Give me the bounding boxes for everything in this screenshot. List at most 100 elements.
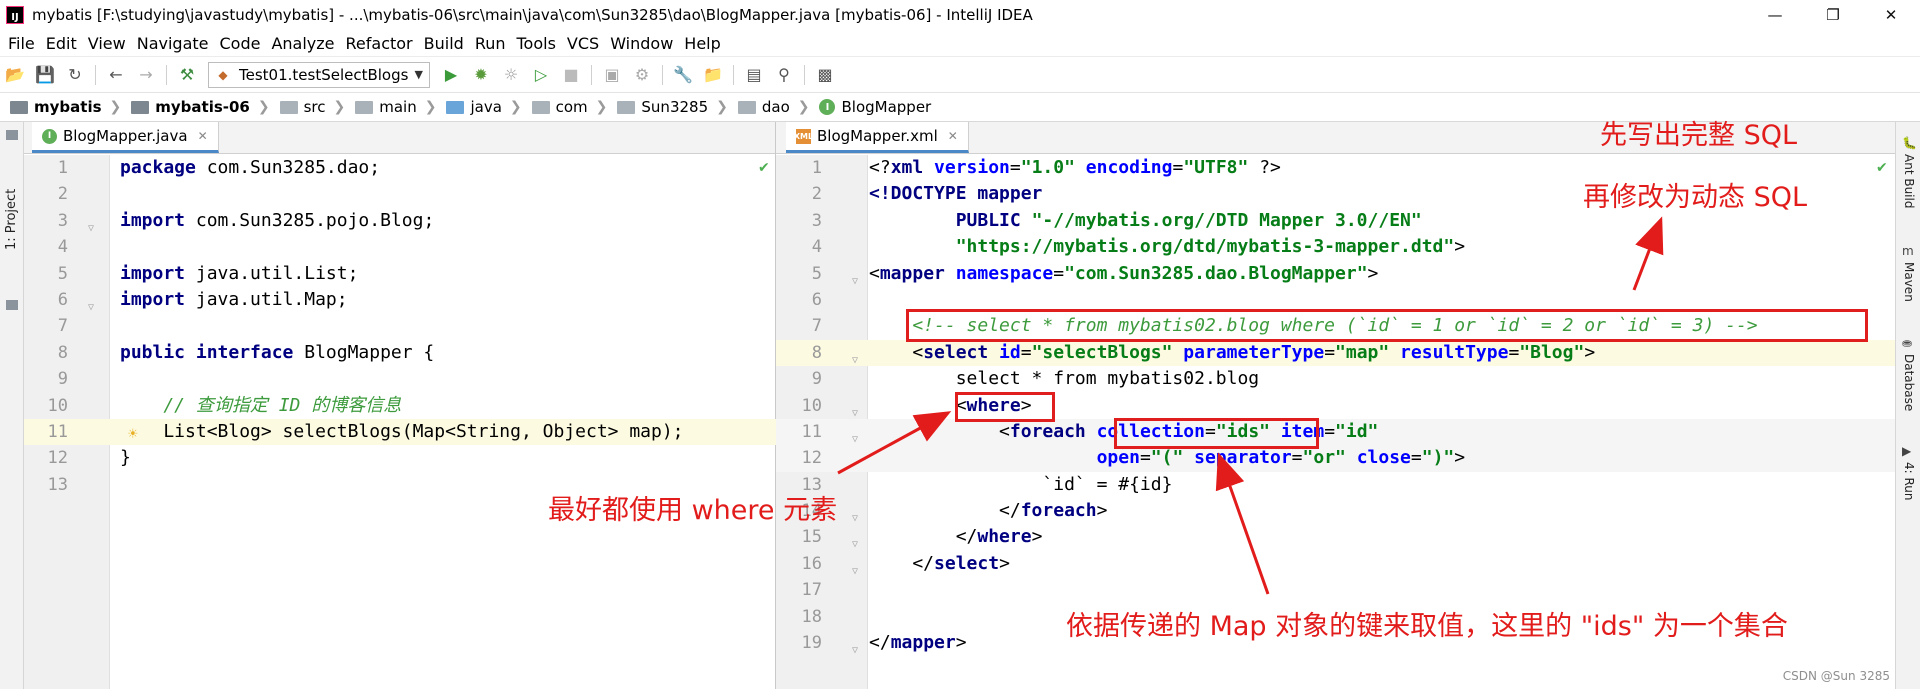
code-line[interactable]: 3 ▽ import com.Sun3285.pojo.Blog; xyxy=(24,208,776,234)
code-line[interactable]: 8 ▽ <select id="selectBlogs" parameterTyp… xyxy=(776,339,1895,367)
terminal-window-icon[interactable]: ▤ xyxy=(741,62,767,88)
attach-icon[interactable]: ▣ xyxy=(599,62,625,88)
menu-refactor[interactable]: Refactor xyxy=(346,34,413,53)
search-structure-icon[interactable]: ⚙ xyxy=(629,62,655,88)
code-line[interactable]: 8 public interface BlogMapper { xyxy=(24,340,776,366)
save-icon[interactable]: 💾 xyxy=(32,62,58,88)
minimize-button[interactable]: — xyxy=(1746,0,1804,30)
code-line[interactable]: 1 package com.Sun3285.dao; xyxy=(24,155,776,181)
breadcrumb-src[interactable]: src xyxy=(279,98,326,116)
code-line[interactable]: 13 `id` = #{id} xyxy=(776,472,1895,498)
open-folder-icon[interactable]: 📂 xyxy=(2,62,28,88)
code-line[interactable]: 11 ▽ <foreach collection="ids" item="id" xyxy=(776,418,1895,446)
code-line[interactable]: 12 open="(" separator="or" close=")"> xyxy=(776,445,1895,472)
code-line[interactable]: 7 xyxy=(24,313,776,339)
wrench-settings-icon[interactable]: 🔧 xyxy=(670,62,696,88)
code-text: import com.Sun3285.pojo.Blog; xyxy=(120,208,434,234)
menu-window[interactable]: Window xyxy=(610,34,673,53)
toolbar-divider xyxy=(804,64,805,85)
run-with-coverage-icon[interactable]: ▷ xyxy=(528,62,554,88)
run-configuration-select[interactable]: ◆ Test01.testSelectBlogs ▼ xyxy=(208,61,430,88)
breadcrumb-main[interactable]: main xyxy=(355,98,417,116)
code-token: = xyxy=(1410,447,1422,469)
code-text: </mapper> xyxy=(869,630,967,656)
package-folder-icon xyxy=(737,100,756,114)
forward-arrow-icon[interactable]: → xyxy=(133,62,159,88)
maven-tool-button[interactable]: Maven xyxy=(1902,262,1916,302)
code-line[interactable]: 2 xyxy=(24,181,776,207)
toolbar-divider xyxy=(662,64,663,85)
maximize-button[interactable]: ❐ xyxy=(1804,0,1862,30)
code-line[interactable]: 15 ▽ </where> xyxy=(776,524,1895,550)
code-line[interactable]: 9 xyxy=(24,366,776,392)
line-number: 13 xyxy=(47,474,68,495)
menu-vcs[interactable]: VCS xyxy=(567,34,599,53)
breadcrumb-com[interactable]: com xyxy=(531,98,588,116)
project-tool-button[interactable]: 1: Project xyxy=(4,189,19,250)
code-line[interactable]: 12} xyxy=(24,445,776,471)
code-token: select * from mybatis02.blog xyxy=(869,368,1260,390)
code-token: encoding xyxy=(1074,157,1173,178)
run-tool-button[interactable]: 4: Run xyxy=(1902,462,1916,501)
close-tab-icon[interactable]: ✕ xyxy=(198,129,208,143)
menu-file[interactable]: File xyxy=(8,34,35,53)
java-editor-tabs: I BlogMapper.java ✕ xyxy=(24,122,775,154)
chevron-right-icon: ❯ xyxy=(333,99,346,115)
code-line[interactable]: 9 select * from mybatis02.blog xyxy=(776,366,1895,392)
chevron-right-icon: ❯ xyxy=(509,99,522,115)
tab-blogmapper-xml[interactable]: XML BlogMapper.xml ✕ xyxy=(786,122,969,153)
menu-run[interactable]: Run xyxy=(475,34,506,53)
stop-icon[interactable]: ■ xyxy=(558,62,584,88)
menu-code[interactable]: Code xyxy=(220,34,261,53)
code-line[interactable]: 4 xyxy=(24,234,776,260)
code-token: List<Blog> selectBlogs(Map<String, Objec… xyxy=(120,420,684,442)
code-text: public interface BlogMapper { xyxy=(120,340,434,366)
breadcrumb-dao[interactable]: dao xyxy=(737,98,790,116)
menu-navigate[interactable]: Navigate xyxy=(137,34,209,53)
menu-help[interactable]: Help xyxy=(684,34,720,53)
run-icon[interactable]: ▶ xyxy=(438,62,464,88)
presentation-icon[interactable]: ▩ xyxy=(812,62,838,88)
code-token: <!DOCTYPE mapper xyxy=(869,183,1043,205)
code-line[interactable]: 5 import java.util.List; xyxy=(24,261,776,287)
fold-marker-icon[interactable]: ▽ xyxy=(852,638,858,664)
coverage-icon[interactable]: ☼ xyxy=(498,62,524,88)
code-line[interactable]: 17 xyxy=(776,577,1895,603)
code-line[interactable]: 6 ▽ import java.util.Map; xyxy=(24,287,776,313)
code-line[interactable]: 4 "https://mybatis.org/dtd/mybatis-3-map… xyxy=(776,234,1895,260)
code-line[interactable]: 10 // 查询指定 ID 的博客信息 xyxy=(24,393,776,419)
search-icon[interactable]: ⚲ xyxy=(771,62,797,88)
breadcrumb-java[interactable]: java xyxy=(446,98,502,116)
toolbar-divider xyxy=(95,64,96,85)
database-tool-button[interactable]: Database xyxy=(1902,354,1916,411)
line-number: 10 xyxy=(801,395,822,416)
breadcrumb-mybatis[interactable]: mybatis xyxy=(10,98,102,116)
breadcrumb-module[interactable]: mybatis-06 xyxy=(131,98,250,116)
ant-build-tool-button[interactable]: Ant Build xyxy=(1902,154,1916,208)
breadcrumb-sun3285[interactable]: Sun3285 xyxy=(617,98,708,116)
code-line[interactable]: 11 ☀ List<Blog> selectBlogs(Map<String, O… xyxy=(24,418,776,446)
code-text: <mapper namespace="com.Sun3285.dao.BlogM… xyxy=(869,261,1378,287)
menu-view[interactable]: View xyxy=(88,34,126,53)
build-hammer-icon[interactable]: ⚒ xyxy=(174,62,200,88)
menu-edit[interactable]: Edit xyxy=(46,34,77,53)
back-arrow-icon[interactable]: ← xyxy=(103,62,129,88)
breadcrumb-blogmapper[interactable]: I BlogMapper xyxy=(819,98,931,116)
code-token: namespace xyxy=(944,262,1054,284)
menu-analyze[interactable]: Analyze xyxy=(271,34,334,53)
close-tab-icon[interactable]: ✕ xyxy=(948,129,958,143)
tab-blogmapper-java[interactable]: I BlogMapper.java ✕ xyxy=(32,122,219,153)
debug-bug-icon[interactable]: ✹ xyxy=(468,62,494,88)
code-line[interactable]: 16 ▽ </select> xyxy=(776,551,1895,577)
code-line[interactable]: 14 ▽ </foreach> xyxy=(776,498,1895,524)
project-structure-icon[interactable]: 📁 xyxy=(700,62,726,88)
menu-tools[interactable]: Tools xyxy=(517,34,556,53)
sync-icon[interactable]: ↻ xyxy=(62,62,88,88)
run-tool-icon: ▶ xyxy=(1902,444,1912,458)
code-line[interactable]: 10 ▽ <where> xyxy=(776,393,1895,419)
code-line[interactable]: 5 ▽ <mapper namespace="com.Sun3285.dao.Blo… xyxy=(776,261,1895,287)
menu-build[interactable]: Build xyxy=(424,34,464,53)
close-button[interactable]: ✕ xyxy=(1862,0,1920,30)
java-code[interactable]: 1 package com.Sun3285.dao; 2 3 ▽ import com.S… xyxy=(24,155,776,689)
